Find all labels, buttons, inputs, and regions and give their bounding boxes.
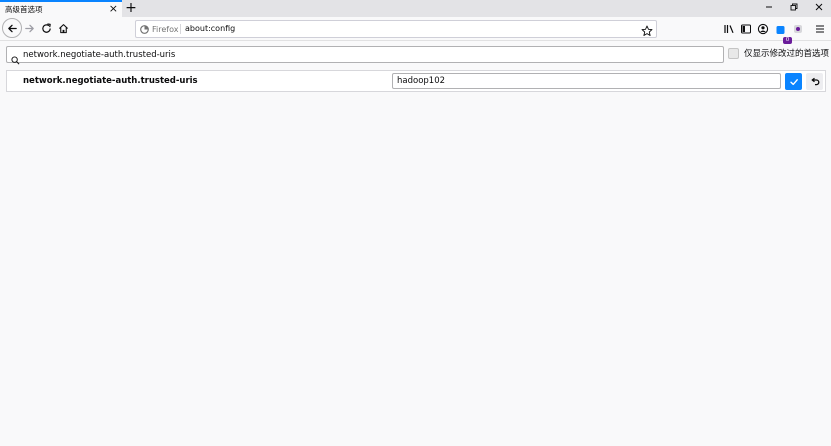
bookmark-star-button[interactable] xyxy=(641,22,653,41)
identity-box[interactable]: Firefox xyxy=(140,21,178,37)
show-modified-only-label: 仅显示修改过的首选项 xyxy=(744,49,830,59)
tab-strip: 高级首选项 × + xyxy=(0,0,831,17)
forward-button[interactable] xyxy=(20,20,38,37)
library-icon xyxy=(724,25,734,34)
restore-icon xyxy=(790,3,798,11)
tab-advanced-preferences[interactable]: 高级首选项 × xyxy=(0,0,122,17)
search-input-value[interactable]: network.negotiate-auth.trusted-uris xyxy=(23,48,175,62)
minimize-icon xyxy=(766,6,772,8)
search-icon xyxy=(11,50,20,69)
library-button[interactable] xyxy=(722,22,736,36)
reload-button[interactable] xyxy=(37,20,55,37)
firefox-logo-icon xyxy=(140,24,149,34)
star-icon xyxy=(641,25,653,36)
restore-button[interactable] xyxy=(781,0,807,17)
preference-value-input[interactable] xyxy=(392,73,781,89)
checkmark-icon xyxy=(789,78,798,85)
preference-name: network.negotiate-auth.trusted-uris xyxy=(23,76,198,86)
extension-icon xyxy=(776,26,785,34)
url-separator xyxy=(180,24,181,34)
close-icon xyxy=(815,3,823,11)
arrow-left-icon xyxy=(7,24,17,32)
reload-icon xyxy=(41,23,51,33)
url-bar[interactable]: Firefox about:config xyxy=(135,20,657,38)
hamburger-menu-icon xyxy=(816,25,824,33)
tab-close-icon[interactable]: × xyxy=(109,2,118,16)
tab-title: 高级首选项 xyxy=(5,5,43,14)
extension-button-2[interactable] xyxy=(791,22,805,36)
account-icon xyxy=(757,23,769,35)
show-modified-only-checkbox[interactable] xyxy=(728,48,739,59)
extension-2-icon xyxy=(794,25,802,33)
extension-badge: 0 xyxy=(783,37,792,44)
url-text[interactable]: about:config xyxy=(185,22,235,36)
save-button[interactable] xyxy=(785,73,802,90)
home-button[interactable] xyxy=(54,20,72,37)
close-window-button[interactable] xyxy=(806,0,831,17)
new-tab-button[interactable]: + xyxy=(124,0,138,17)
arrow-right-icon xyxy=(24,24,34,33)
navigation-toolbar: Firefox about:config 0 xyxy=(0,17,831,44)
reset-button[interactable] xyxy=(806,73,823,90)
identity-label: Firefox xyxy=(152,24,179,34)
extension-button[interactable] xyxy=(774,22,788,36)
account-button[interactable] xyxy=(756,22,770,36)
minimize-button[interactable] xyxy=(756,0,782,17)
sidebar-icon xyxy=(741,24,751,34)
preference-row: network.negotiate-auth.trusted-uris xyxy=(6,70,826,92)
menu-button[interactable] xyxy=(813,22,827,36)
back-button[interactable] xyxy=(2,18,22,38)
sidebar-button[interactable] xyxy=(739,22,753,36)
preference-search-input[interactable]: network.negotiate-auth.trusted-uris xyxy=(6,46,724,65)
undo-arrow-icon xyxy=(811,77,819,85)
home-icon xyxy=(58,24,68,34)
